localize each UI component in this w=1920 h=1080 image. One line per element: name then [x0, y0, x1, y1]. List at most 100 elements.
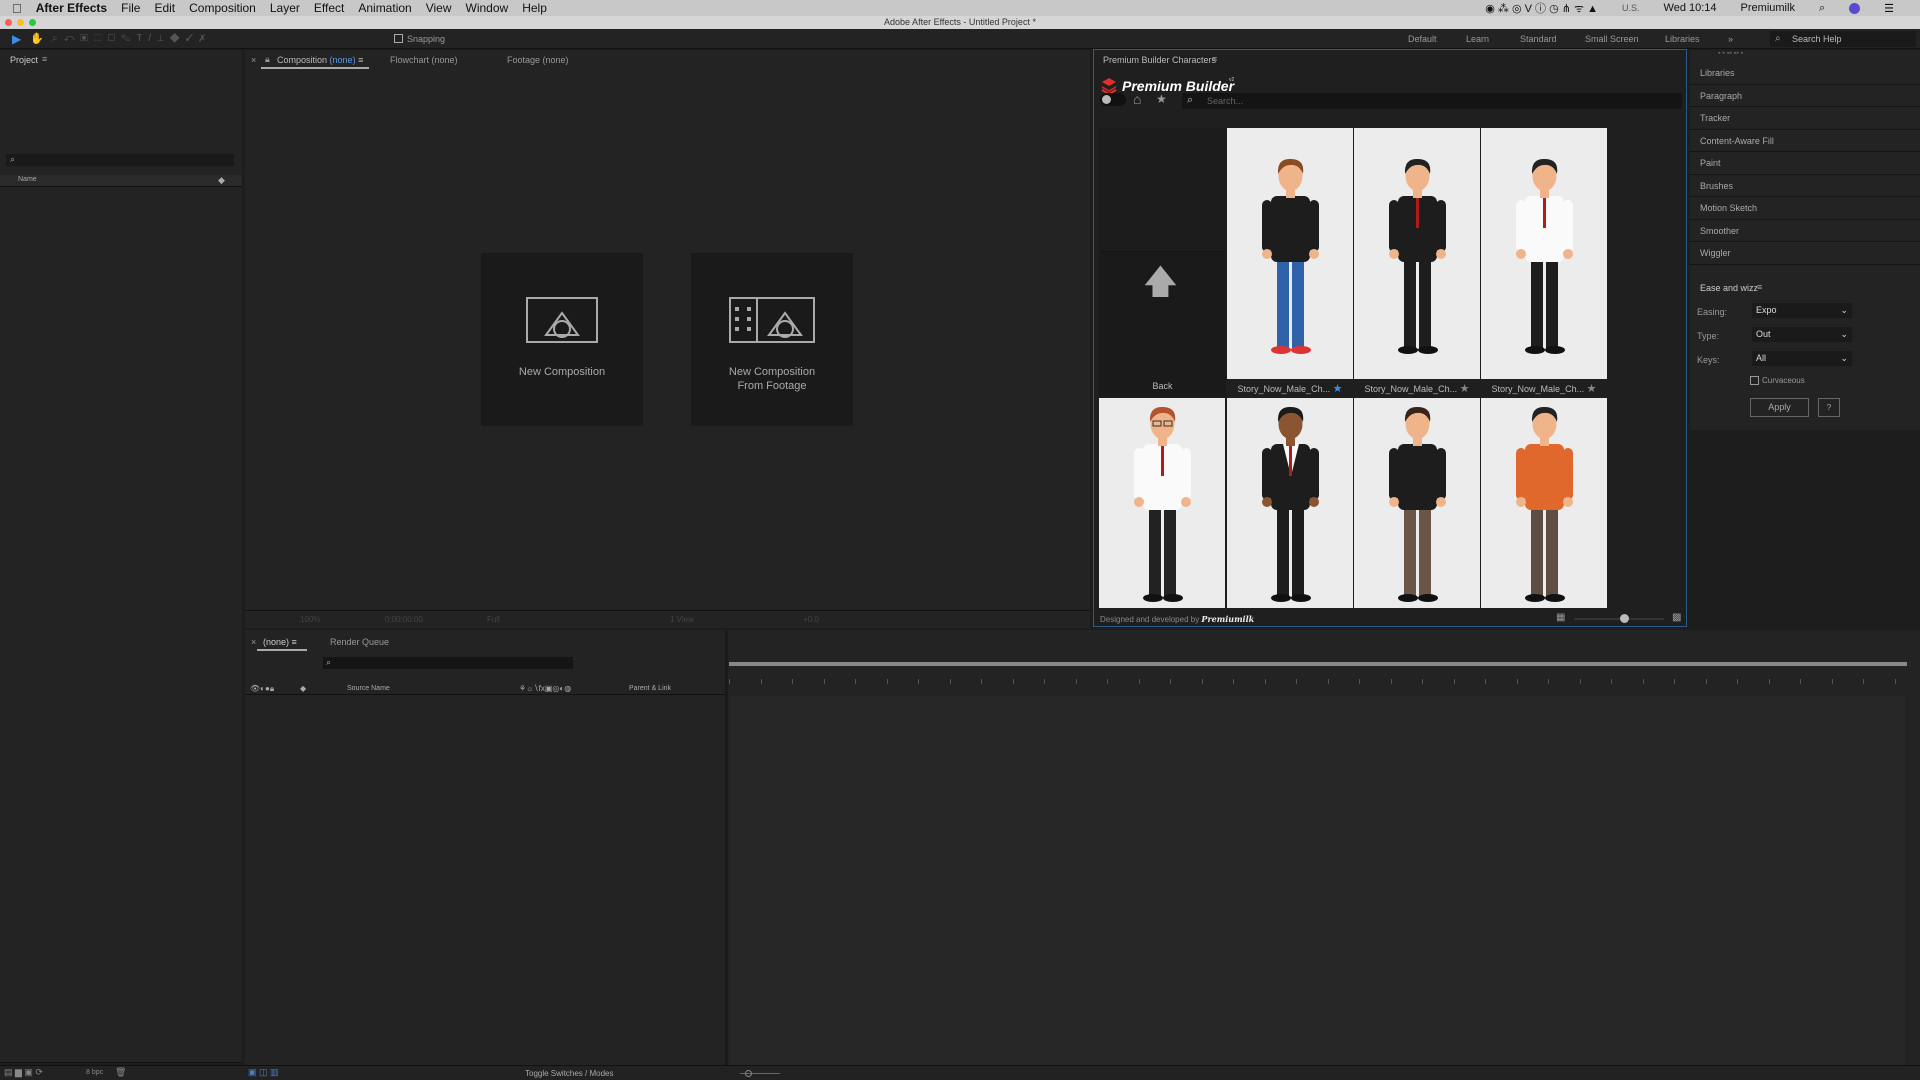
tab-composition[interactable]: Composition (none) ≡: [277, 55, 363, 65]
exposure-value[interactable]: +0.0: [803, 615, 819, 624]
character-thumbnail[interactable]: [1481, 398, 1607, 608]
hand-tool-icon[interactable]: ✋: [30, 32, 44, 45]
favorite-star-icon[interactable]: ★: [1460, 383, 1470, 395]
label-tag-icon[interactable]: ◆: [300, 684, 306, 693]
menu-effect[interactable]: Effect: [314, 1, 344, 15]
menu-help[interactable]: Help: [522, 1, 547, 15]
panel-menu-icon[interactable]: ≡: [42, 54, 47, 64]
character-thumbnail[interactable]: [1099, 398, 1225, 608]
character-item-label[interactable]: Story_Now_Male_Ch... ★: [1354, 380, 1480, 398]
zoom-window-button[interactable]: [29, 19, 36, 26]
character-thumbnail[interactable]: [1227, 128, 1353, 379]
panel-item-smoother[interactable]: Smoother: [1690, 220, 1920, 242]
clock[interactable]: Wed 10:14: [1664, 2, 1717, 14]
panel-menu-icon[interactable]: ≡: [1757, 282, 1762, 292]
other-tools-icon[interactable]: ⌕↶▣⬚▢✎T/⊥◆✓✗: [52, 33, 211, 44]
minimize-window-button[interactable]: [17, 19, 24, 26]
character-item-label[interactable]: Story_Now_Male_Ch... ★: [1227, 380, 1353, 398]
tab-timeline-none[interactable]: (none) ≡: [263, 637, 297, 647]
menu-edit[interactable]: Edit: [154, 1, 175, 15]
character-thumbnail[interactable]: [1354, 128, 1480, 379]
timeline-graph-area[interactable]: [730, 696, 1905, 1065]
curvaceous-checkbox[interactable]: [1750, 376, 1759, 385]
character-thumbnail[interactable]: [1227, 398, 1353, 608]
character-thumbnail[interactable]: [1354, 398, 1480, 608]
resolution-select[interactable]: Full: [487, 615, 500, 624]
tab-flowchart[interactable]: Flowchart (none): [390, 55, 458, 65]
ease-panel-title[interactable]: Ease and wizz: [1700, 283, 1758, 293]
type-select[interactable]: Out ⌄: [1752, 327, 1852, 342]
apple-icon[interactable]: : [12, 1, 22, 16]
workspace-libraries[interactable]: Libraries: [1665, 34, 1700, 44]
timecode[interactable]: 0:00:00:00: [385, 615, 423, 624]
app-menu[interactable]: After Effects: [36, 1, 107, 15]
close-tab-icon[interactable]: ×: [251, 55, 256, 65]
selection-tool-icon[interactable]: ▶: [12, 32, 21, 46]
easing-select[interactable]: Expo ⌄: [1752, 303, 1852, 318]
tab-render-queue[interactable]: Render Queue: [330, 637, 389, 647]
keys-select[interactable]: All ⌄: [1752, 351, 1852, 366]
home-icon[interactable]: ⌂: [1133, 91, 1141, 107]
back-button[interactable]: 🡅 Back: [1099, 128, 1226, 397]
project-footer-icons[interactable]: ▤ ▆ ▣ ⟳: [4, 1067, 43, 1078]
parent-link-column[interactable]: Parent & Link: [629, 685, 671, 692]
more-workspaces-icon[interactable]: »: [1728, 34, 1733, 44]
timeline-zoom-slider[interactable]: [740, 1070, 780, 1077]
panel-menu-icon[interactable]: ≡: [1212, 54, 1217, 64]
workspace-learn[interactable]: Learn: [1466, 34, 1489, 44]
help-button[interactable]: ?: [1818, 398, 1840, 417]
menu-view[interactable]: View: [426, 1, 452, 15]
tab-footage[interactable]: Footage (none): [507, 55, 569, 65]
favorite-star-icon[interactable]: ★: [1333, 383, 1343, 395]
bit-depth-button[interactable]: 8 bpc: [86, 1069, 103, 1076]
close-tab-icon[interactable]: ×: [251, 637, 256, 647]
toggle-switches-modes-button[interactable]: Toggle Switches / Modes: [525, 1069, 614, 1078]
character-thumbnail[interactable]: [1481, 128, 1607, 379]
panel-item-libraries[interactable]: Libraries: [1690, 62, 1920, 85]
workspace-default[interactable]: Default: [1408, 34, 1437, 44]
timeline-footer-icons[interactable]: ▣ ◫ ▥: [248, 1067, 279, 1078]
timeline-search-input[interactable]: ⌕: [323, 657, 573, 669]
zoom-level[interactable]: 100%: [300, 615, 320, 624]
character-item-label[interactable]: Story_Now_Male_Ch... ★: [1481, 380, 1607, 398]
menu-layer[interactable]: Layer: [270, 1, 300, 15]
favorites-star-icon[interactable]: ★: [1156, 92, 1167, 106]
new-composition-button[interactable]: New Composition: [481, 253, 643, 426]
time-ruler[interactable]: [729, 673, 1909, 685]
search-help-input[interactable]: ⌕ Search Help: [1770, 31, 1916, 47]
time-navigator[interactable]: [729, 657, 1919, 666]
av-switches-icon[interactable]: 👁︎◐●🔒︎: [250, 684, 274, 694]
menu-composition[interactable]: Composition: [189, 1, 256, 15]
new-composition-from-footage-button[interactable]: New Composition From Footage: [691, 253, 853, 426]
menu-window[interactable]: Window: [466, 1, 509, 15]
workspace-small-screen[interactable]: Small Screen: [1585, 34, 1639, 44]
apply-button[interactable]: Apply: [1750, 398, 1809, 417]
large-grid-icon[interactable]: ▩: [1672, 612, 1681, 623]
snapping-checkbox[interactable]: [394, 34, 403, 43]
status-icons[interactable]: ◉ ⁂ ◎ V ⓘ ◷ ⋔ ᯤ ▲: [1485, 0, 1598, 16]
panel-item-brushes[interactable]: Brushes: [1690, 175, 1920, 197]
user-name[interactable]: Premiumilk: [1741, 2, 1795, 14]
small-grid-icon[interactable]: ▦: [1556, 612, 1565, 623]
label-tag-icon[interactable]: ◆: [218, 175, 225, 186]
panel-item-content-aware-fill[interactable]: Content-Aware Fill: [1690, 130, 1920, 152]
locale[interactable]: U.S.: [1622, 3, 1640, 13]
premium-panel-title[interactable]: Premium Builder Characters: [1103, 55, 1216, 65]
lock-icon[interactable]: 🔒︎: [265, 54, 270, 65]
mode-toggle[interactable]: [1100, 93, 1126, 106]
panel-item-paragraph[interactable]: Paragraph: [1690, 85, 1920, 107]
layer-switches-icon[interactable]: ⚘☼∖fx▣◎◐◍: [519, 684, 571, 693]
project-search-input[interactable]: ⌕: [6, 154, 234, 166]
panel-item-wiggler[interactable]: Wiggler: [1690, 242, 1920, 265]
panel-item-tracker[interactable]: Tracker: [1690, 107, 1920, 130]
source-name-column[interactable]: Source Name: [347, 685, 390, 692]
workspace-standard[interactable]: Standard: [1520, 34, 1557, 44]
panel-item-motion-sketch[interactable]: Motion Sketch: [1690, 197, 1920, 220]
menu-animation[interactable]: Animation: [358, 1, 411, 15]
project-tab[interactable]: Project: [10, 55, 38, 65]
favorite-star-icon[interactable]: ★: [1587, 383, 1597, 395]
views-select[interactable]: 1 View: [670, 615, 694, 624]
trash-icon[interactable]: 🗑︎: [115, 1067, 126, 1078]
premium-search-input[interactable]: ⌕ Search...: [1182, 93, 1682, 109]
menu-file[interactable]: File: [121, 1, 140, 15]
